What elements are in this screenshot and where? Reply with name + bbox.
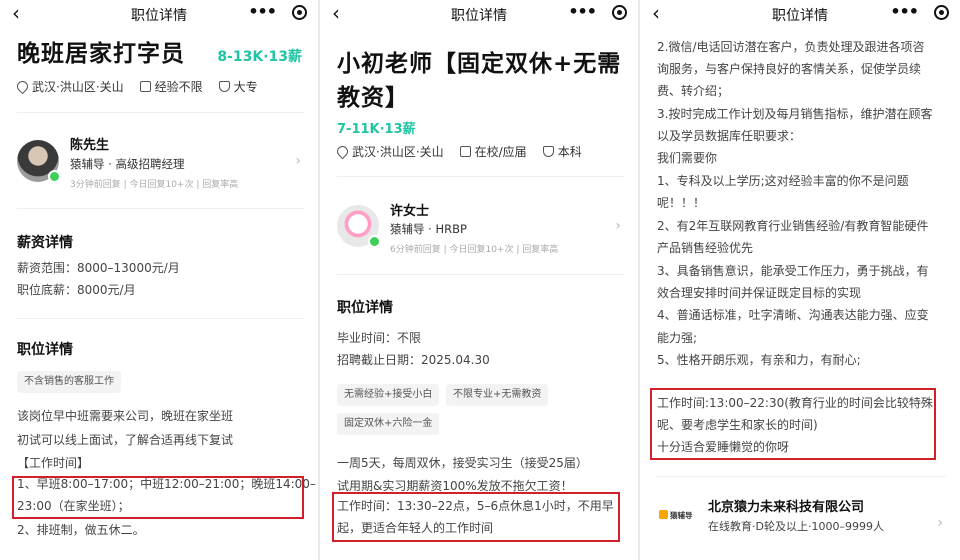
- salary: 8-13K·13薪: [217, 49, 302, 65]
- job-meta: 武汉·洪山区·关山 经验不限 大专: [14, 78, 258, 95]
- work-time-line: 呢、要考虑学生和家长的时间): [657, 418, 818, 432]
- job-tag: 固定双休+六险一金: [337, 413, 440, 435]
- detail-line: 【工作时间】: [17, 456, 90, 470]
- job-tag: 无需经验+接受小白: [337, 384, 440, 406]
- education: 大专: [233, 80, 258, 94]
- logo-icon: [659, 510, 668, 519]
- job-title-line-1: 小初老师【固定双休+无需: [337, 51, 622, 77]
- recruiter-role: 猿辅导 · HRBP: [390, 222, 467, 236]
- location: 武汉·洪山区·关山: [352, 145, 444, 159]
- detail-line: 1、早班8:00–17:00；中班12:00–21:00；晚班14:00–: [17, 477, 316, 491]
- salary-section-title: 薪资详情: [17, 235, 73, 251]
- recruiter-name: 陈先生: [70, 138, 110, 153]
- description-line: 3、具备销售意识，能承受工作压力，勇于挑战，有: [657, 264, 929, 278]
- detail-line: 初试可以线上面试，了解合适再线下复试: [17, 433, 234, 447]
- detail-line: 起，更适合年轻人的工作时间: [337, 521, 494, 535]
- online-icon: [48, 170, 61, 183]
- education-icon: [218, 81, 230, 92]
- description-line: 3.按时完成工作计划及每月销售指标，维护潜在顾客: [657, 107, 933, 121]
- nav-bar: ‹ 职位详情 •••: [640, 0, 960, 26]
- location-icon: [14, 78, 31, 95]
- screen-2: ‹ 职位详情 ••• 小初老师【固定双休+无需 教资】 7-11K·13薪 武汉…: [320, 0, 638, 560]
- detail-line: 23:00（在家坐班）；: [17, 499, 130, 513]
- description-line: 5、性格开朗乐观，有亲和力，有耐心;: [657, 353, 861, 367]
- job-title: 晚班居家打字员: [17, 41, 185, 67]
- description-line: 2.微信/电话回访潜在客户，负责处理及跟进各项咨: [657, 40, 925, 54]
- record-icon[interactable]: [292, 5, 307, 20]
- description-line: 产品销售经验优先: [657, 241, 754, 255]
- description-line: 呢！！！: [657, 196, 706, 210]
- company-name: 北京猿力未来科技有限公司: [708, 500, 865, 515]
- nav-bar: ‹ 职位详情 •••: [0, 0, 318, 26]
- more-icon[interactable]: •••: [568, 2, 597, 21]
- description-line: 以及学员数据库任职要求：: [657, 129, 802, 143]
- chevron-right-icon: ›: [615, 218, 621, 234]
- job-meta: 武汉·洪山区·关山 在校/应届 本科: [334, 143, 582, 160]
- company-logo: 猿辅导: [659, 510, 699, 524]
- description-line: 我们需要你: [657, 151, 718, 165]
- detail-section-title: 职位详情: [337, 300, 393, 316]
- description-line: 询服务，与客户保持良好的客情关系，促使学员续: [657, 62, 922, 76]
- location-icon: [334, 143, 351, 160]
- detail-section-title: 职位详情: [17, 342, 73, 358]
- detail-line: 该岗位早中班需要来公司，晚班在家坐班: [17, 409, 234, 423]
- online-icon: [368, 235, 381, 248]
- salary-base: 职位底薪：8000元/月: [17, 283, 136, 297]
- deadline: 招聘截止日期：2025.04.30: [337, 353, 490, 367]
- record-icon[interactable]: [934, 5, 949, 20]
- description-line: 费、转介绍；: [657, 84, 730, 98]
- location: 武汉·洪山区·关山: [32, 80, 124, 94]
- recruiter-activity: 3分钟前回复 | 今日回复10+次 | 回复率高: [70, 180, 239, 190]
- description-line: 1、专科及以上学历;这对经验丰富的你不是问题: [657, 174, 909, 188]
- work-time-line: 十分适合爱睡懒觉的你呀: [657, 440, 790, 454]
- experience-icon: [459, 146, 471, 157]
- description-line: 能力强;: [657, 331, 698, 345]
- chevron-right-icon: ›: [937, 515, 943, 531]
- experience-icon: [139, 81, 151, 92]
- more-icon[interactable]: •••: [248, 2, 277, 21]
- experience: 经验不限: [154, 80, 203, 94]
- recruiter-role: 猿辅导 · 高级招聘经理: [70, 157, 185, 171]
- nav-bar: ‹ 职位详情 •••: [320, 0, 638, 26]
- description-line: 4、普通话标准，吐字清晰、沟通表达能力强、应变: [657, 308, 929, 322]
- salary: 7-11K·13薪: [337, 122, 416, 137]
- education-icon: [542, 146, 554, 157]
- graduation-time: 毕业时间：不限: [337, 331, 422, 345]
- experience: 在校/应届: [474, 145, 527, 159]
- recruiter-name: 许女士: [390, 204, 430, 219]
- avatar: [17, 140, 61, 183]
- job-tag: 不限专业+无需教资: [446, 384, 549, 406]
- detail-line: 一周5天，每周双休，接受实习生（接受25届）: [337, 456, 588, 470]
- more-icon[interactable]: •••: [890, 2, 919, 21]
- description-line: 效合理安排时间并保证既定目标的实现: [657, 286, 862, 300]
- screen-1: ‹ 职位详情 ••• 晚班居家打字员 8-13K·13薪 武汉·洪山区·关山 经验…: [0, 0, 318, 560]
- company-info: 在线教育·D轮及以上·1000–9999人: [708, 520, 884, 533]
- work-time-line: 工作时间:13:00–22:30(教育行业的时间会比较特殊: [657, 396, 933, 410]
- recruiter-activity: 6分钟前回复 | 今日回复10+次 | 回复率高: [390, 245, 559, 255]
- job-tag: 不含销售的客服工作: [17, 371, 121, 393]
- education: 本科: [557, 145, 582, 159]
- job-title-line-2: 教资】: [337, 85, 409, 111]
- record-icon[interactable]: [612, 5, 627, 20]
- description-line: 2、有2年互联网教育行业销售经验/有教育智能硬件: [657, 219, 929, 233]
- avatar: [337, 205, 381, 248]
- screen-3: ‹ 职位详情 ••• 2.微信/电话回访潜在客户，负责处理及跟进各项咨 询服务，…: [640, 0, 960, 560]
- salary-range: 薪资范围：8000–13000元/月: [17, 261, 180, 275]
- detail-line: 2、排班制，做五休二。: [17, 523, 145, 537]
- detail-line: 工作时间：13:30–22点，5–6点休息1小时，不用早: [337, 499, 614, 513]
- chevron-right-icon: ›: [295, 153, 301, 169]
